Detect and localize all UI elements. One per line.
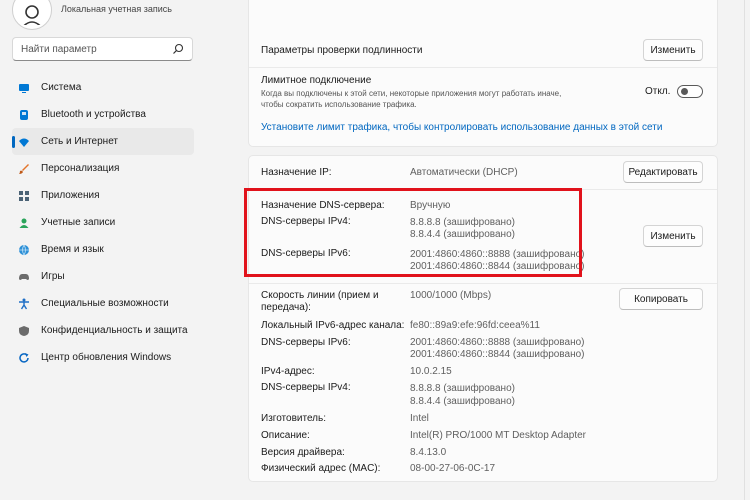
dns6-label: DNS-серверы IPv6: xyxy=(261,337,351,348)
metered-toggle[interactable] xyxy=(677,85,703,98)
metered-state-label: Откл. xyxy=(645,86,671,97)
sidebar-item-label: Персонализация xyxy=(41,163,120,174)
search-icon[interactable] xyxy=(172,43,184,55)
dns4-value-2: 8.8.4.4 (зашифровано) xyxy=(410,396,515,407)
bluetooth-icon xyxy=(18,109,30,121)
metered-description-line1: Когда вы подключены к этой сети, некотор… xyxy=(261,89,562,98)
sidebar-item-personalization[interactable]: Персонализация xyxy=(12,155,194,182)
manufacturer-label: Изготовитель: xyxy=(261,413,326,424)
sidebar-item-apps[interactable]: Приложения xyxy=(12,182,194,209)
sidebar-item-label: Конфиденциальность и защита xyxy=(41,325,188,336)
sidebar-item-accessibility[interactable]: Специальные возможности xyxy=(12,290,194,317)
dns6-value-1: 2001:4860:4860::8888 (зашифровано) xyxy=(410,337,585,348)
ipv6-local-value: fe80::89a9:efe:96fd:ceea%11 xyxy=(410,320,540,331)
account-type: Локальная учетная запись xyxy=(61,4,172,14)
metered-title: Лимитное подключение xyxy=(261,75,372,86)
sidebar-item-label: Центр обновления Windows xyxy=(41,352,172,363)
manufacturer-value: Intel xyxy=(410,413,429,424)
mac-address-value: 08-00-27-06-0C-17 xyxy=(410,463,496,474)
search-input[interactable] xyxy=(21,43,161,55)
sidebar-item-time-language[interactable]: Время и язык xyxy=(12,236,194,263)
shield-icon xyxy=(18,325,30,337)
sidebar-item-bluetooth[interactable]: Bluetooth и устройства xyxy=(12,101,194,128)
gamepad-icon xyxy=(18,271,30,283)
sidebar-item-label: Время и язык xyxy=(41,244,104,255)
update-icon xyxy=(18,352,30,364)
sidebar-item-label: Приложения xyxy=(41,190,100,201)
globe-icon xyxy=(18,244,30,256)
avatar[interactable] xyxy=(12,0,52,30)
monitor-icon xyxy=(18,82,30,94)
sidebar-item-label: Сеть и Интернет xyxy=(41,136,119,147)
link-speed-label-2: передача): xyxy=(261,302,311,313)
sidebar-item-gaming[interactable]: Игры xyxy=(12,263,194,290)
sidebar-item-label: Система xyxy=(41,82,82,93)
accessibility-icon xyxy=(18,298,30,310)
driver-version-label: Версия драйвера: xyxy=(261,447,345,458)
sidebar-nav: Система Bluetooth и устройства Сеть и Ин… xyxy=(12,74,194,371)
sidebar-item-label: Специальные возможности xyxy=(41,298,169,309)
toggle-knob xyxy=(681,88,688,95)
auth-change-button[interactable]: Изменить xyxy=(643,39,703,61)
apps-icon xyxy=(18,190,30,202)
sidebar-item-network[interactable]: Сеть и Интернет xyxy=(12,128,194,155)
ipv4-address-label: IPv4-адрес: xyxy=(261,366,315,377)
divider xyxy=(249,283,717,284)
wifi-icon xyxy=(18,136,30,148)
brush-icon xyxy=(18,163,30,175)
sidebar-item-label: Учетные записи xyxy=(41,217,116,228)
ip-assignment-label: Назначение IP: xyxy=(261,167,332,178)
sidebar-item-windows-update[interactable]: Центр обновления Windows xyxy=(12,344,194,371)
metered-description-line2: чтобы сократить использование трафика. xyxy=(261,100,417,109)
sidebar-item-label: Bluetooth и устройства xyxy=(41,109,146,120)
sidebar-item-system[interactable]: Система xyxy=(12,74,194,101)
data-limit-link[interactable]: Установите лимит трафика, чтобы контроли… xyxy=(261,122,662,133)
mac-address-label: Физический адрес (MAC): xyxy=(261,463,381,474)
person-icon xyxy=(18,217,30,229)
ipv4-address-value: 10.0.2.15 xyxy=(410,366,452,377)
description-value: Intel(R) PRO/1000 MT Desktop Adapter xyxy=(410,430,587,441)
ip-edit-button[interactable]: Редактировать xyxy=(623,161,703,183)
sidebar-item-privacy[interactable]: Конфиденциальность и защита xyxy=(12,317,194,344)
user-icon xyxy=(23,5,41,25)
divider xyxy=(249,67,717,68)
driver-version-value: 8.4.13.0 xyxy=(410,447,447,458)
ip-assignment-value: Автоматически (DHCP) xyxy=(410,167,518,178)
auth-settings-label: Параметры проверки подлинности xyxy=(261,45,423,56)
description-label: Описание: xyxy=(261,430,310,441)
link-speed-value: 1000/1000 (Mbps) xyxy=(410,290,492,301)
dns6-value-2: 2001:4860:4860::8844 (зашифровано) xyxy=(410,349,585,360)
sidebar-item-accounts[interactable]: Учетные записи xyxy=(12,209,194,236)
link-speed-label-1: Скорость линии (прием и xyxy=(261,290,379,301)
search-box[interactable] xyxy=(12,37,193,61)
sidebar-item-label: Игры xyxy=(41,271,65,282)
dns-highlight-box xyxy=(244,188,582,277)
dns4-label: DNS-серверы IPv4: xyxy=(261,382,351,393)
ipv6-local-label: Локальный IPv6-адрес канала: xyxy=(261,320,405,331)
dns-change-button[interactable]: Изменить xyxy=(643,225,703,247)
sidebar: Локальная учетная запись Система Bluetoo… xyxy=(0,0,205,500)
dns4-value-1: 8.8.8.8 (зашифровано) xyxy=(410,383,515,394)
window-scroll-edge xyxy=(744,0,750,500)
connection-settings-card: Параметры проверки подлинности Изменить … xyxy=(248,0,718,147)
copy-button[interactable]: Копировать xyxy=(619,288,703,310)
